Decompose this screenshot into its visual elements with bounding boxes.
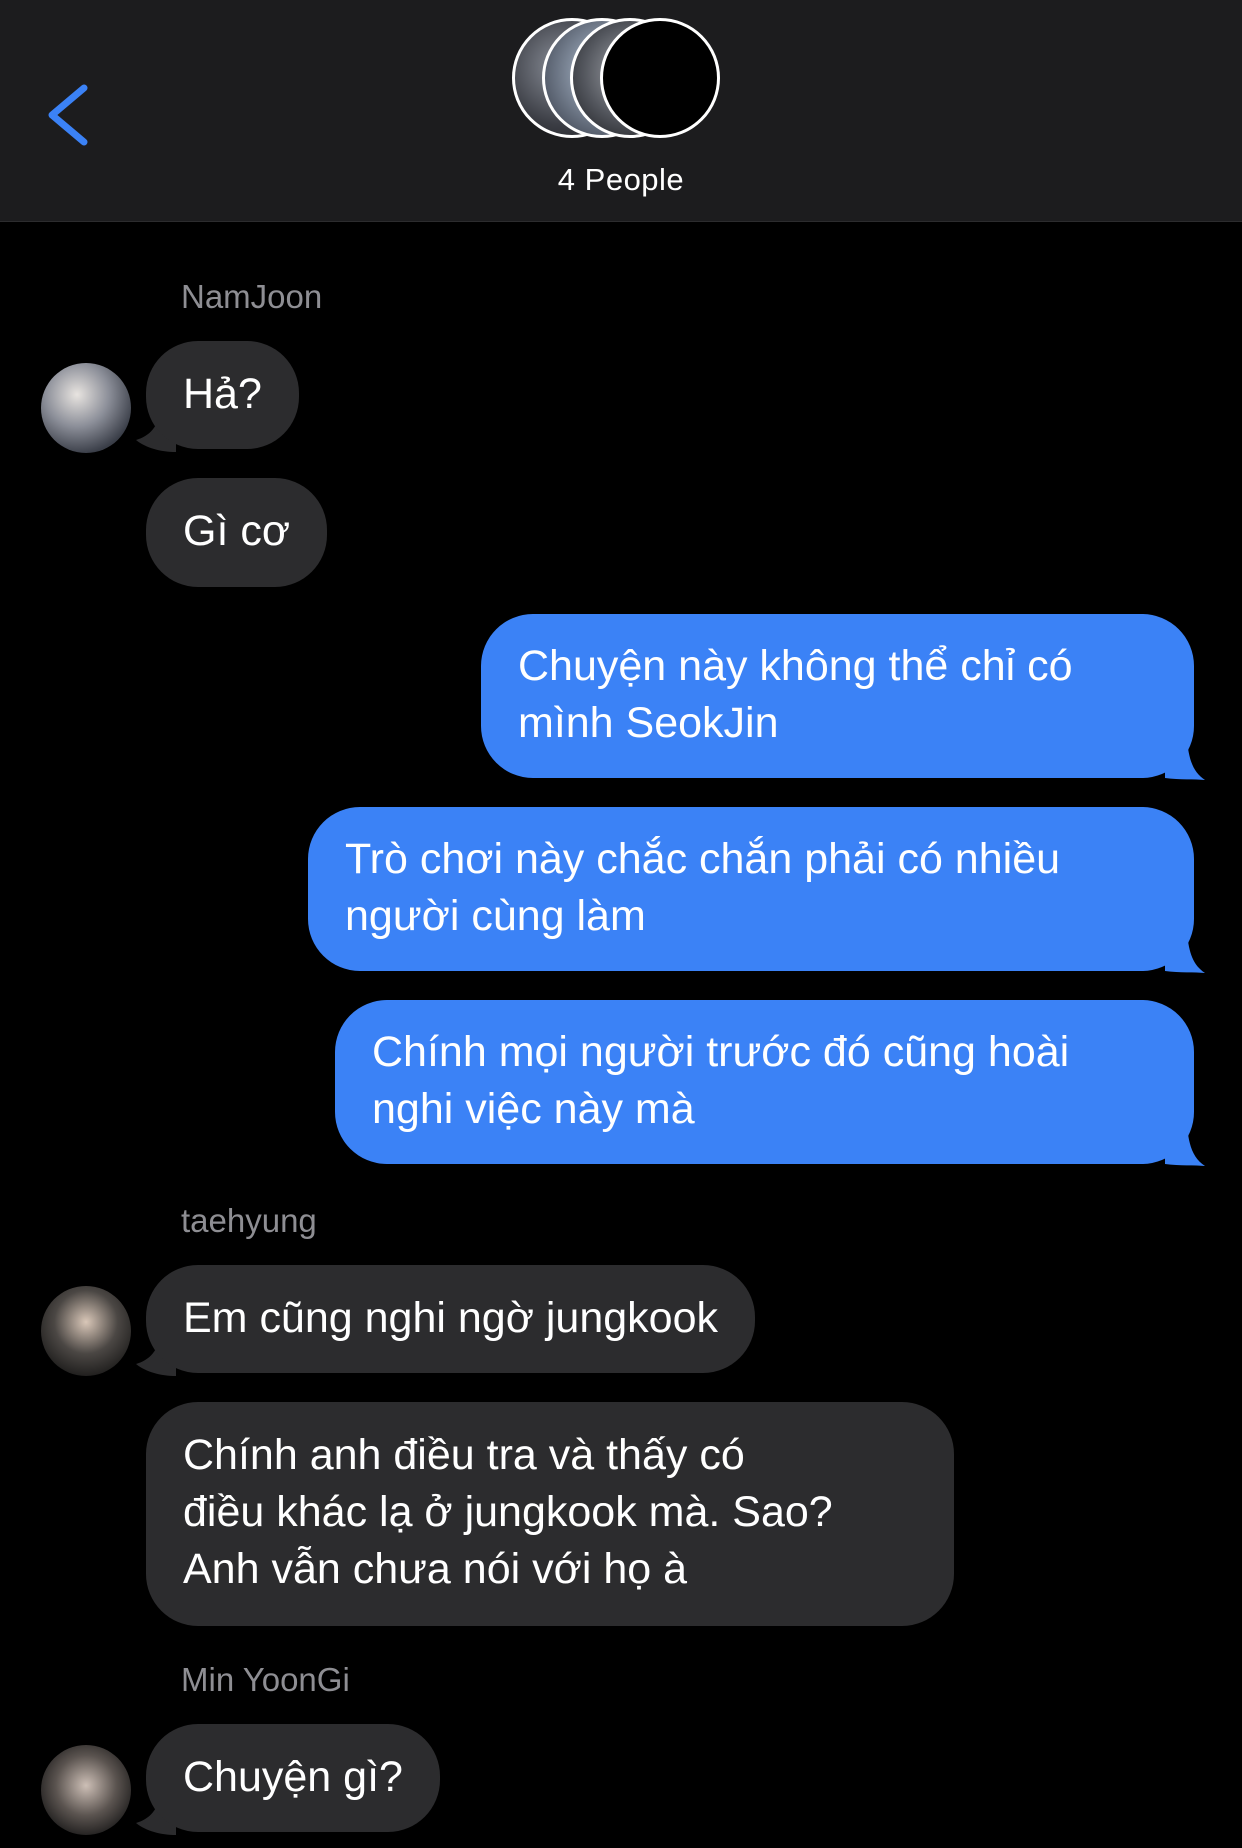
message-bubble-incoming[interactable]: Em cũng nghi ngờ jungkook	[146, 1265, 755, 1373]
avatar[interactable]	[41, 363, 131, 453]
chat-header: 4 People	[0, 0, 1242, 222]
message-bubble-outgoing[interactable]: Trò chơi này chắc chắn phải có nhiều ngư…	[308, 807, 1194, 971]
sender-name: taehyung	[181, 1202, 317, 1239]
message-bubble-incoming[interactable]: Gì cơ	[146, 478, 328, 587]
message-bubble-incoming[interactable]: Chuyện gì?	[146, 1724, 440, 1832]
message-bubble-outgoing[interactable]: Chuyện này không thể chỉ có mình SeokJin	[481, 614, 1194, 778]
chevron-left-icon[interactable]	[40, 80, 100, 150]
message-bubble-incoming[interactable]: Hả?	[146, 341, 299, 449]
avatar	[600, 18, 720, 138]
sender-name: Min YoonGi	[181, 1661, 350, 1698]
group-avatars[interactable]	[512, 18, 732, 144]
bubble-tail	[1165, 740, 1205, 780]
group-title[interactable]: 4 People	[0, 162, 1242, 198]
sender-name: NamJoon	[181, 278, 323, 315]
bubble-tail	[1165, 1126, 1205, 1166]
message-bubble-outgoing[interactable]: Chính mọi người trước đó cũng hoài nghi …	[335, 1000, 1194, 1164]
avatar[interactable]	[41, 1745, 131, 1835]
bubble-tail	[1165, 933, 1205, 973]
message-bubble-incoming[interactable]: Chính anh điều tra và thấy có điều khác …	[146, 1402, 954, 1626]
avatar[interactable]	[41, 1286, 131, 1376]
